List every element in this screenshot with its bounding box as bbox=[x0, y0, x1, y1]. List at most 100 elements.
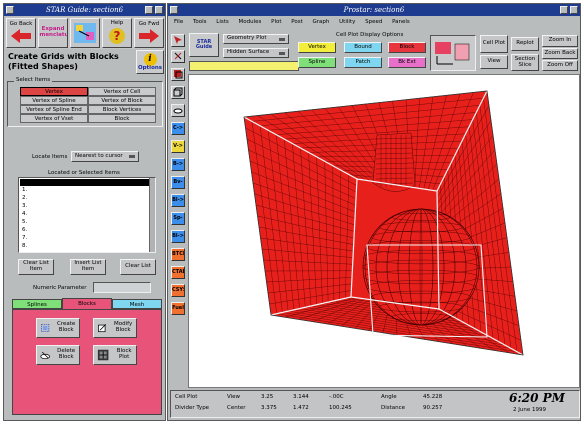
zoom-back-button[interactable]: Zoom Back bbox=[542, 48, 578, 59]
menu-graph[interactable]: Graph bbox=[313, 19, 330, 25]
delete-block-label: Delete Block bbox=[57, 348, 76, 360]
zoom-in-button[interactable]: Zoom In bbox=[542, 35, 578, 47]
eraser-tool-icon[interactable] bbox=[171, 104, 185, 117]
stack-tool-icon[interactable] bbox=[171, 68, 185, 81]
center-label: Center bbox=[227, 405, 246, 411]
list-scrollbar[interactable] bbox=[149, 178, 155, 252]
locate-items-dropdown[interactable]: Nearest to cursor bbox=[71, 151, 139, 162]
mesh-sphere bbox=[362, 208, 480, 326]
block-display-button[interactable]: Block bbox=[388, 42, 426, 53]
list-item[interactable]: 2. bbox=[22, 194, 27, 202]
numeric-parameter-input[interactable] bbox=[93, 282, 151, 293]
modify-block-label: Modify Block bbox=[114, 321, 133, 333]
modify-block-button[interactable]: Modify Block bbox=[93, 318, 137, 338]
guide-me-button[interactable] bbox=[70, 18, 100, 48]
minimize-button[interactable] bbox=[560, 6, 568, 14]
menu-post[interactable]: Post bbox=[291, 19, 303, 25]
menu-plot[interactable]: Plot bbox=[271, 19, 281, 25]
create-block-button[interactable]: Create Block bbox=[36, 318, 80, 338]
clock-date: 2 June 1999 bbox=[513, 407, 546, 413]
list-item[interactable]: 5. bbox=[22, 218, 27, 226]
section-slice-button[interactable]: Section Slice bbox=[511, 54, 539, 71]
select-vertex-of-vset[interactable]: Vertex of Vset bbox=[20, 114, 88, 123]
clear-list-button[interactable]: Clear List bbox=[120, 259, 156, 275]
status-bar: Cell Plot Divider Type View Center 3.25 … bbox=[170, 390, 580, 418]
expand-nomenclature-button[interactable]: Expand Nomenclature bbox=[38, 18, 68, 48]
select-items-group: Select Items Vertex Vertex of Cell Verte… bbox=[7, 77, 163, 127]
selection-tool-button[interactable]: B-> bbox=[171, 158, 185, 171]
command-input[interactable] bbox=[189, 61, 299, 71]
minimize-button[interactable] bbox=[145, 6, 153, 14]
view-button[interactable]: View bbox=[480, 55, 508, 69]
hidden-surface-dropdown[interactable]: Hidden Surface bbox=[223, 48, 289, 58]
star-guide-button[interactable]: STAR Guide bbox=[189, 33, 219, 57]
located-items-list[interactable]: 1. 2. 3. 4. 5. 6. 7. 8. bbox=[18, 177, 156, 253]
clock-time: 6:20 PM bbox=[509, 391, 565, 405]
list-item[interactable]: 7. bbox=[22, 234, 27, 242]
select-vertex-of-spline[interactable]: Vertex of Spline bbox=[20, 96, 88, 105]
list-item[interactable]: 1. bbox=[22, 186, 27, 194]
spline-display-button[interactable]: Spline bbox=[298, 57, 336, 68]
selection-tool-button[interactable]: V-> bbox=[171, 140, 185, 153]
menu-speed[interactable]: Speed bbox=[365, 19, 382, 25]
tab-splines[interactable]: Splines bbox=[12, 299, 62, 309]
tab-mesh[interactable]: Mesh bbox=[112, 299, 162, 309]
select-vertex-of-block[interactable]: Vertex of Block bbox=[88, 96, 156, 105]
replot-button[interactable]: Replot bbox=[511, 37, 539, 51]
options-button[interactable]: i Options bbox=[136, 50, 164, 74]
view-x-value: 3.25 bbox=[261, 394, 274, 400]
center-z-value: 100.245 bbox=[329, 405, 352, 411]
selection-tool-button[interactable]: Bl-> bbox=[171, 230, 185, 243]
selection-tool-button[interactable]: BTCH bbox=[171, 248, 185, 261]
heading-line-1: Create Grids with Blocks bbox=[8, 52, 119, 61]
list-item[interactable]: 4. bbox=[22, 210, 27, 218]
selection-tool-button[interactable]: CTAB bbox=[171, 266, 185, 279]
maximize-button[interactable] bbox=[155, 6, 163, 14]
list-item[interactable]: 6. bbox=[22, 226, 27, 234]
select-block[interactable]: Block bbox=[88, 114, 156, 123]
list-item[interactable]: 8. bbox=[22, 242, 27, 250]
svg-text:?: ? bbox=[114, 29, 121, 43]
window-menu-button[interactable] bbox=[170, 6, 178, 14]
delete-block-button[interactable]: Delete Block bbox=[36, 345, 80, 365]
block-plot-button[interactable]: Block Plot bbox=[93, 345, 137, 365]
select-vertex-of-cell[interactable]: Vertex of Cell bbox=[88, 87, 156, 96]
bk-ext-display-button[interactable]: Bk Ext bbox=[388, 57, 426, 68]
geometry-plot-dropdown[interactable]: Geometry Plot bbox=[223, 34, 289, 44]
cursor-tool-icon[interactable] bbox=[171, 50, 185, 63]
view-orientation-widget[interactable] bbox=[430, 35, 476, 71]
selection-tool-button[interactable]: Bv-> bbox=[171, 176, 185, 189]
menu-utility[interactable]: Utility bbox=[339, 19, 355, 25]
clear-list-item-button[interactable]: Clear List Item bbox=[18, 259, 54, 275]
menu-file[interactable]: File bbox=[174, 19, 183, 25]
menu-modules[interactable]: Modules bbox=[239, 19, 262, 25]
info-icon: i bbox=[143, 52, 157, 66]
go-forward-button[interactable]: Go Fwd bbox=[134, 18, 164, 48]
menu-lists[interactable]: Lists bbox=[216, 19, 228, 25]
select-vertex-of-spline-end[interactable]: Vertex of Spline End bbox=[20, 105, 88, 114]
maximize-button[interactable] bbox=[570, 6, 578, 14]
selection-tool-button[interactable]: Fuel bbox=[171, 302, 185, 315]
window-menu-button[interactable] bbox=[6, 6, 14, 14]
vertex-display-button[interactable]: Vertex bbox=[298, 42, 336, 53]
tab-blocks[interactable]: Blocks bbox=[62, 298, 112, 309]
cube-tool-icon[interactable] bbox=[171, 86, 185, 99]
select-block-vertices[interactable]: Block Vertices bbox=[88, 105, 156, 114]
cell-plot-button[interactable]: Cell Plot bbox=[480, 35, 508, 53]
graphics-viewport[interactable] bbox=[188, 74, 580, 388]
list-item[interactable]: 3. bbox=[22, 202, 27, 210]
selection-tool-button[interactable]: C-> bbox=[171, 122, 185, 135]
go-back-button[interactable]: Go Back bbox=[6, 18, 36, 48]
menu-tools[interactable]: Tools bbox=[193, 19, 207, 25]
draw-tool-icon[interactable] bbox=[171, 34, 185, 47]
selection-tool-button[interactable]: Sp-> bbox=[171, 212, 185, 225]
help-button[interactable]: Help ? bbox=[102, 18, 132, 48]
selection-tool-button[interactable]: CSYS bbox=[171, 284, 185, 297]
insert-list-item-button[interactable]: Insert List Item bbox=[70, 259, 106, 275]
patch-display-button[interactable]: Patch bbox=[344, 57, 382, 68]
menu-panels[interactable]: Panels bbox=[392, 19, 410, 25]
selection-tool-button[interactable]: Bl-> bbox=[171, 194, 185, 207]
zoom-off-button[interactable]: Zoom Off bbox=[542, 60, 578, 71]
select-vertex[interactable]: Vertex bbox=[20, 87, 88, 96]
bound-display-button[interactable]: Bound bbox=[344, 42, 382, 53]
